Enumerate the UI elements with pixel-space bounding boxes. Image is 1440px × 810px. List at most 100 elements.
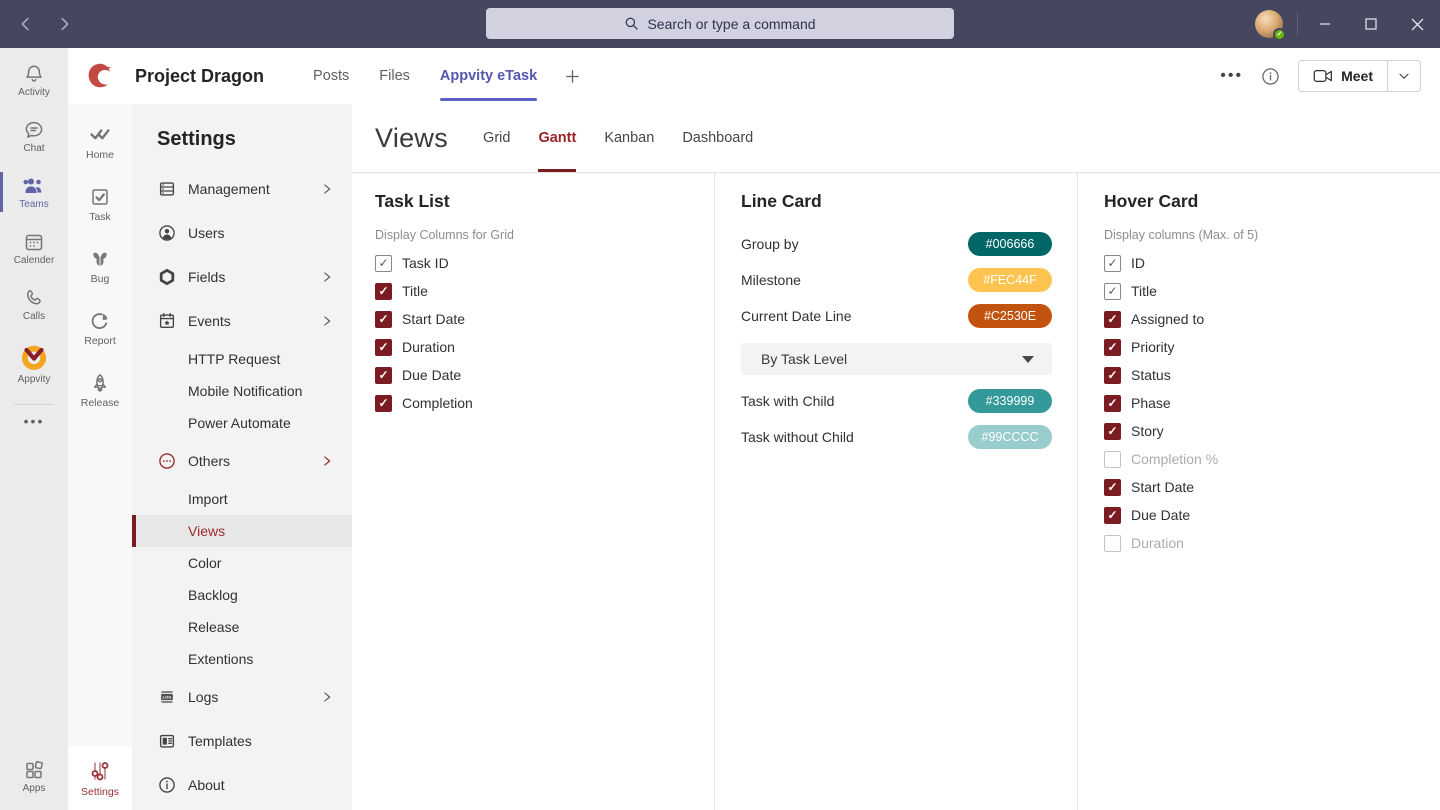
nav-item-logs[interactable]: LOG Logs (132, 675, 352, 719)
nav-item-users[interactable]: Users (132, 211, 352, 255)
checkbox-row-title[interactable]: Title (375, 277, 689, 305)
checkbox-row-duration[interactable]: Duration (1104, 529, 1415, 557)
checkbox[interactable] (1104, 367, 1121, 384)
minimize-button[interactable] (1302, 0, 1348, 48)
nav-item-release[interactable]: Release (132, 611, 352, 643)
app-rail-item-label: Home (86, 149, 114, 161)
color-pill[interactable]: #99CCCC (968, 425, 1052, 449)
checkbox-row-title[interactable]: Title (1104, 277, 1415, 305)
nav-item-color[interactable]: Color (132, 547, 352, 579)
checkbox-row-due-date[interactable]: Due Date (375, 361, 689, 389)
sidebar-item-apps[interactable]: Apps (0, 750, 68, 802)
channel-more-ellipsis-icon[interactable]: ••• (1220, 67, 1243, 85)
tab-grid[interactable]: Grid (483, 104, 510, 172)
meet-options-button[interactable] (1388, 61, 1420, 91)
forward-button[interactable] (50, 10, 78, 38)
tab-files[interactable]: Files (379, 48, 410, 104)
nav-item-http-request[interactable]: HTTP Request (132, 343, 352, 375)
nav-item-others[interactable]: Others (132, 439, 352, 483)
nav-item-mobile-notification[interactable]: Mobile Notification (132, 375, 352, 407)
tab-appvity-etask[interactable]: Appvity eTask (440, 48, 537, 104)
nav-item-templates[interactable]: Templates (132, 719, 352, 763)
nav-item-views[interactable]: Views (132, 515, 352, 547)
meet-button[interactable]: Meet (1299, 61, 1388, 91)
sidebar-item-chat[interactable]: Chat (0, 110, 68, 162)
nav-item-extentions[interactable]: Extentions (132, 643, 352, 675)
more-apps-ellipsis-icon[interactable]: ••• (24, 413, 45, 437)
sidebar-item-label: Chat (23, 143, 44, 154)
checkbox[interactable] (1104, 451, 1121, 468)
sidebar-item-activity[interactable]: Activity (0, 54, 68, 106)
app-rail-item-task[interactable]: Task (68, 176, 132, 232)
checkbox[interactable] (375, 367, 392, 384)
checkbox-row-completion[interactable]: Completion (375, 389, 689, 417)
checkbox[interactable] (1104, 479, 1121, 496)
nav-item-about[interactable]: About (132, 763, 352, 807)
tab-posts[interactable]: Posts (313, 48, 349, 104)
caret-down-icon (1022, 356, 1034, 363)
app-rail-item-home[interactable]: Home (68, 114, 132, 170)
checkbox-row-duration[interactable]: Duration (375, 333, 689, 361)
checkbox[interactable] (375, 395, 392, 412)
server-rack-icon (157, 179, 177, 199)
checkbox-row-completion-pct[interactable]: Completion % (1104, 445, 1415, 473)
checkbox-row-assigned-to[interactable]: Assigned to (1104, 305, 1415, 333)
add-tab-button[interactable] (564, 48, 581, 104)
checkbox[interactable] (1104, 395, 1121, 412)
app-rail-item-settings[interactable]: Settings (68, 746, 132, 810)
checkbox[interactable] (1104, 255, 1121, 272)
tab-kanban[interactable]: Kanban (604, 104, 654, 172)
app-rail-item-bug[interactable]: Bug (68, 238, 132, 294)
checkbox-row-start-date[interactable]: Start Date (375, 305, 689, 333)
checkbox-row-task-id[interactable]: Task ID (375, 249, 689, 277)
checkbox[interactable] (375, 339, 392, 356)
checkbox[interactable] (1104, 507, 1121, 524)
channel-info-button[interactable] (1261, 67, 1280, 86)
nav-item-power-automate[interactable]: Power Automate (132, 407, 352, 439)
checkbox-row-priority[interactable]: Priority (1104, 333, 1415, 361)
color-pill[interactable]: #C2530E (968, 304, 1052, 328)
nav-item-events[interactable]: Events (132, 299, 352, 343)
settings-title: Settings (157, 128, 352, 151)
checkbox-row-start-date[interactable]: Start Date (1104, 473, 1415, 501)
checkbox-row-status[interactable]: Status (1104, 361, 1415, 389)
checkbox-row-phase[interactable]: Phase (1104, 389, 1415, 417)
checkbox-row-id[interactable]: ID (1104, 249, 1415, 277)
nav-item-fields[interactable]: Fields (132, 255, 352, 299)
app-rail-item-label: Release (81, 397, 120, 409)
task-level-dropdown[interactable]: By Task Level (741, 343, 1052, 375)
sidebar-item-label: Activity (18, 87, 50, 98)
info-icon (157, 775, 177, 795)
close-button[interactable] (1394, 0, 1440, 48)
nav-item-management[interactable]: Management (132, 167, 352, 211)
color-pill[interactable]: #339999 (968, 389, 1052, 413)
sidebar-item-calendar[interactable]: Calender (0, 222, 68, 274)
back-button[interactable] (12, 10, 40, 38)
tab-gantt[interactable]: Gantt (538, 104, 576, 172)
color-pill[interactable]: #FEC44F (968, 268, 1052, 292)
maximize-button[interactable] (1348, 0, 1394, 48)
checkbox[interactable] (375, 283, 392, 300)
checkbox[interactable] (1104, 283, 1121, 300)
tab-dashboard[interactable]: Dashboard (682, 104, 753, 172)
search-input[interactable]: Search or type a command (486, 8, 954, 39)
chevron-right-icon (320, 314, 334, 328)
nav-item-import[interactable]: Import (132, 483, 352, 515)
nav-item-backlog[interactable]: Backlog (132, 579, 352, 611)
color-pill[interactable]: #006666 (968, 232, 1052, 256)
user-avatar[interactable]: ✓ (1255, 10, 1283, 38)
sidebar-item-calls[interactable]: Calls (0, 278, 68, 330)
sidebar-item-teams[interactable]: Teams (0, 166, 68, 218)
checkbox[interactable] (1104, 423, 1121, 440)
checkbox[interactable] (1104, 535, 1121, 552)
sidebar-item-appvity[interactable]: Appvity (0, 334, 68, 392)
sliders-icon (88, 759, 112, 783)
checkbox[interactable] (375, 311, 392, 328)
checkbox-row-due-date[interactable]: Due Date (1104, 501, 1415, 529)
app-rail-item-release[interactable]: Release (68, 362, 132, 418)
checkbox[interactable] (375, 255, 392, 272)
checkbox[interactable] (1104, 311, 1121, 328)
checkbox-row-story[interactable]: Story (1104, 417, 1415, 445)
checkbox[interactable] (1104, 339, 1121, 356)
app-rail-item-report[interactable]: Report (68, 300, 132, 356)
